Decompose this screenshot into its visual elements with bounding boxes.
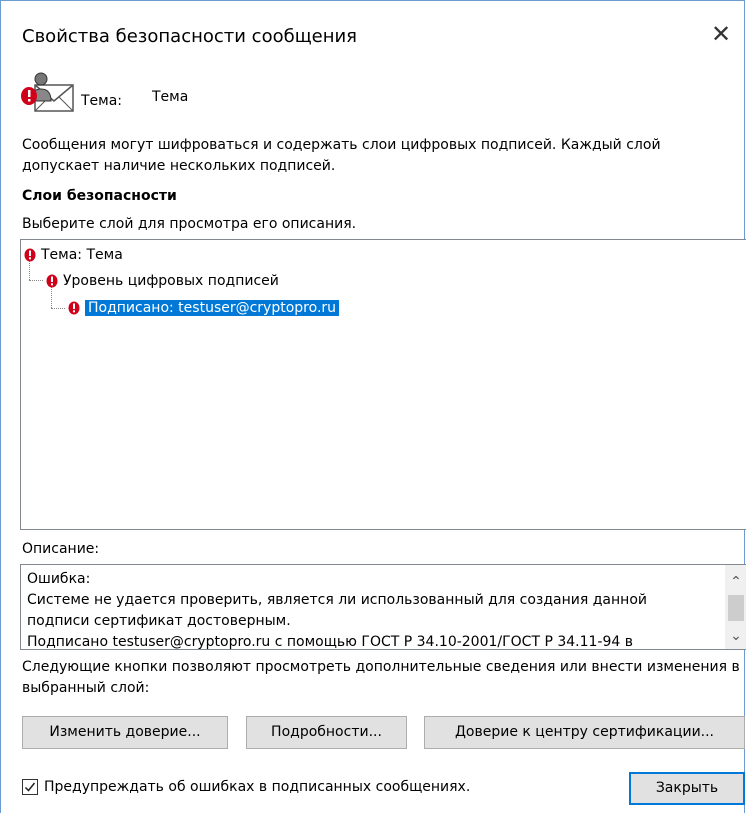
description-line: Системе не удается проверить, является л…	[27, 592, 647, 608]
buttons-note: Следующие кнопки позволяют просмотреть д…	[22, 659, 740, 696]
error-icon	[24, 248, 36, 262]
details-button[interactable]: Подробности...	[246, 716, 407, 749]
dialog-window: Свойства безопасности сообщения ✕ Тема: …	[0, 0, 746, 813]
description-label: Описание:	[22, 541, 100, 557]
tree-item-signer[interactable]: Подписано: testuser@cryptopro.ru	[67, 297, 340, 319]
chevron-down-icon[interactable]: ⌄	[725, 625, 746, 647]
checkmark-icon	[24, 782, 36, 792]
warn-checkbox-label: Предупреждать об ошибках в подписанных с…	[44, 779, 471, 795]
secure-message-icon	[21, 69, 77, 115]
layers-heading: Слои безопасности	[22, 188, 177, 204]
description-text: Ошибка: Системе не удается проверить, яв…	[27, 569, 717, 650]
ca-trust-button[interactable]: Доверие к центру сертификации...	[424, 716, 745, 749]
description-scrollbar[interactable]: ⌃ ⌄	[725, 565, 746, 649]
close-icon[interactable]: ✕	[708, 21, 734, 47]
tree-connector	[29, 280, 43, 281]
close-button[interactable]: Закрыть	[629, 772, 745, 805]
warn-checkbox-row[interactable]: Предупреждать об ошибках в подписанных с…	[22, 779, 470, 795]
scrollbar-thumb[interactable]	[728, 595, 744, 621]
edit-trust-button[interactable]: Изменить доверие...	[22, 716, 228, 749]
warn-checkbox[interactable]	[22, 779, 38, 795]
layers-hint: Выберите слой для просмотра его описания…	[22, 216, 357, 232]
error-icon	[68, 301, 80, 315]
description-line: подписи сертификат достоверным.	[27, 613, 291, 629]
subject-value: Тема	[152, 89, 189, 105]
tree-item-subject[interactable]: Тема: Тема	[23, 244, 123, 266]
title-bar: Свойства безопасности сообщения ✕	[1, 1, 744, 61]
tree-item-label: Тема: Тема	[41, 247, 123, 263]
subject-label: Тема:	[81, 93, 123, 109]
description-line: Подписано testuser@cryptopro.ru с помощь…	[27, 634, 633, 650]
tree-item-signature-layer[interactable]: Уровень цифровых подписей	[45, 270, 279, 292]
intro-text: Сообщения могут шифроваться и содержать …	[22, 137, 661, 174]
description-box[interactable]: Ошибка: Системе не удается проверить, яв…	[20, 564, 746, 650]
chevron-up-icon[interactable]: ⌃	[725, 571, 746, 593]
error-icon	[46, 274, 58, 288]
tree-item-label: Уровень цифровых подписей	[63, 273, 279, 289]
tree-item-label-selected: Подписано: testuser@cryptopro.ru	[85, 300, 340, 316]
dialog-title: Свойства безопасности сообщения	[22, 26, 358, 47]
security-layers-tree[interactable]: Тема: Тема Уровень цифровых подписей Под…	[20, 239, 746, 530]
tree-connector	[51, 308, 65, 309]
description-line: Ошибка:	[27, 571, 91, 587]
